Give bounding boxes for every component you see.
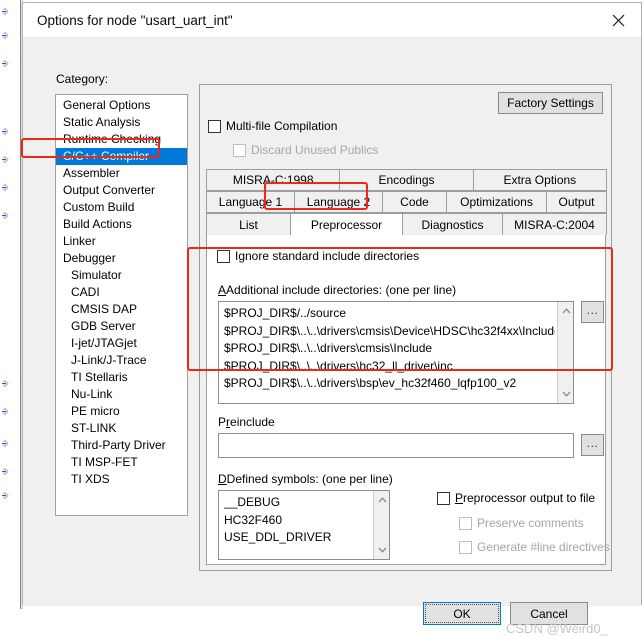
tab-strip: MISRA-C:1998 Encodings Extra Options Lan… xyxy=(206,169,607,235)
dialog-titlebar: Options for node "usart_uart_int" xyxy=(23,3,641,38)
tab-optimizations[interactable]: Optimizations xyxy=(446,191,547,213)
category-label: Category: xyxy=(56,72,109,86)
category-item-st-link[interactable]: ST-LINK xyxy=(56,420,187,437)
category-item-third-party-driver[interactable]: Third-Party Driver xyxy=(56,437,187,454)
ok-button[interactable]: OK xyxy=(423,602,501,625)
category-item-gdb-server[interactable]: GDB Server xyxy=(56,318,187,335)
tab-language-2[interactable]: Language 2 xyxy=(294,191,383,213)
include-dir-line: $PROJ_DIR$\..\..\drivers\cmsis\Include xyxy=(224,341,433,355)
defined-symbol-line: USE_DDL_DRIVER xyxy=(224,530,332,544)
tab-extra-options[interactable]: Extra Options xyxy=(472,169,607,191)
category-item-ti-stellaris[interactable]: TI Stellaris xyxy=(56,369,187,386)
background-window-strip: ⎆ ⎆ ⎆ ⎆ ⎆ ⎆ ⎆ ⎆ ⎆ ⎆ ⎆ ⎆ xyxy=(0,0,21,609)
watermark: CSDN @Weird0_ xyxy=(506,621,608,636)
tab-list[interactable]: List xyxy=(206,213,291,235)
chevron-up-icon[interactable] xyxy=(374,492,390,508)
additional-include-directories-label: AAdditional include directories: (one pe… xyxy=(218,283,457,297)
page-title: Options for node "usart_uart_int" xyxy=(37,12,233,28)
category-item-nu-link[interactable]: Nu-Link xyxy=(56,386,187,403)
generate-line-directives-label: Generate #line directives xyxy=(477,540,610,554)
preinclude-label: Preinclude xyxy=(218,415,275,429)
factory-settings-button[interactable]: Factory Settings xyxy=(498,92,603,114)
defined-symbol-line: HC32F460 xyxy=(224,512,283,527)
defined-symbols-input[interactable]: __DEBUG HC32F460 USE_DDL_DRIVER xyxy=(218,490,390,560)
include-dir-line: $PROJ_DIR$\..\..\drivers\cmsis\Device\HD… xyxy=(224,323,555,338)
tab-row-3: List Preprocessor Diagnostics MISRA-C:20… xyxy=(206,213,607,235)
category-item-ti-xds[interactable]: TI XDS xyxy=(56,471,187,488)
category-item-j-link-j-trace[interactable]: J-Link/J-Trace xyxy=(56,352,187,369)
defined-symbols-label: DDefined symbols: (one per line) xyxy=(218,472,393,486)
preserve-comments-label: Preserve comments xyxy=(477,516,584,530)
include-dir-line: $PROJ_DIR$\..\..\drivers\hc32_ll_driver\… xyxy=(224,358,453,373)
chevron-up-icon[interactable] xyxy=(558,303,574,319)
tab-language-1[interactable]: Language 1 xyxy=(206,191,295,213)
include-dirs-lines: $PROJ_DIR$/../source $PROJ_DIR$\..\..\dr… xyxy=(224,305,555,393)
tab-preprocessor[interactable]: Preprocessor xyxy=(290,213,403,235)
category-item-pe-micro[interactable]: PE micro xyxy=(56,403,187,420)
tab-misra-c-2004[interactable]: MISRA-C:2004 xyxy=(502,213,607,235)
preinclude-input[interactable] xyxy=(218,433,574,458)
category-item-runtime-checking[interactable]: Runtime Checking xyxy=(56,131,187,148)
defined-symbols-scrollbar[interactable] xyxy=(373,491,389,559)
ignore-standard-includes-row[interactable]: Ignore standard include directories xyxy=(217,249,419,263)
ignore-standard-includes-label: Ignore standard include directories xyxy=(235,249,420,263)
multi-file-compilation-checkbox[interactable] xyxy=(208,119,221,133)
multi-file-compilation-label: Multi-file Compilation xyxy=(226,119,338,133)
discard-unused-publics-checkbox xyxy=(233,143,246,157)
preprocessor-output-to-file-label: Preprocessor output to file xyxy=(455,491,596,505)
category-list[interactable]: General Options Static Analysis Runtime … xyxy=(55,94,188,516)
close-icon[interactable] xyxy=(595,3,641,37)
category-item-general-options[interactable]: General Options xyxy=(56,97,187,114)
tab-output[interactable]: Output xyxy=(546,191,607,213)
category-item-c-cpp-compiler[interactable]: C/C++ Compiler xyxy=(56,148,187,165)
category-item-custom-build[interactable]: Custom Build xyxy=(56,199,187,216)
discard-unused-publics-row: Discard Unused Publics xyxy=(233,143,378,157)
category-item-simulator[interactable]: Simulator xyxy=(56,267,187,284)
tab-encodings[interactable]: Encodings xyxy=(339,169,474,191)
generate-line-directives-row: Generate #line directives xyxy=(459,540,610,554)
multi-file-compilation-row[interactable]: Multi-file Compilation xyxy=(208,119,337,133)
include-dirs-scrollbar[interactable] xyxy=(557,302,573,403)
generate-line-directives-checkbox xyxy=(459,540,472,554)
tab-code[interactable]: Code xyxy=(382,191,447,213)
category-item-i-jet-jtagjet[interactable]: I-jet/JTAGjet xyxy=(56,335,187,352)
include-dir-line: $PROJ_DIR$/../source xyxy=(224,306,347,320)
tab-diagnostics[interactable]: Diagnostics xyxy=(402,213,503,235)
include-dir-line: $PROJ_DIR$\..\..\drivers\bsp\ev_hc32f460… xyxy=(224,376,517,390)
defined-symbol-line: __DEBUG xyxy=(224,495,281,509)
dialog-body: Category: General Options Static Analysi… xyxy=(23,38,641,636)
category-item-linker[interactable]: Linker xyxy=(56,233,187,250)
tab-row-2: Language 1 Language 2 Code Optimizations… xyxy=(206,191,607,213)
ignore-standard-includes-checkbox[interactable] xyxy=(217,249,230,263)
preprocessor-output-to-file-checkbox[interactable] xyxy=(437,491,450,505)
preserve-comments-checkbox xyxy=(459,516,472,530)
tab-misra-c-1998[interactable]: MISRA-C:1998 xyxy=(206,169,341,191)
category-item-assembler[interactable]: Assembler xyxy=(56,165,187,182)
category-item-cmsis-dap[interactable]: CMSIS DAP xyxy=(56,301,187,318)
additional-include-directories-input[interactable]: $PROJ_DIR$/../source $PROJ_DIR$\..\..\dr… xyxy=(218,301,574,404)
category-item-build-actions[interactable]: Build Actions xyxy=(56,216,187,233)
include-dirs-browse-button[interactable]: ... xyxy=(581,301,604,323)
options-dialog: Options for node "usart_uart_int" Catego… xyxy=(22,2,642,636)
preinclude-label-rest: einclude xyxy=(230,415,275,429)
category-item-debugger[interactable]: Debugger xyxy=(56,250,187,267)
category-item-static-analysis[interactable]: Static Analysis xyxy=(56,114,187,131)
compiler-options-panel: Factory Settings Multi-file Compilation … xyxy=(199,84,612,571)
category-item-ti-msp-fet[interactable]: TI MSP-FET xyxy=(56,454,187,471)
chevron-down-icon[interactable] xyxy=(558,386,574,402)
category-item-cadi[interactable]: CADI xyxy=(56,284,187,301)
discard-unused-publics-label: Discard Unused Publics xyxy=(251,143,379,157)
category-item-output-converter[interactable]: Output Converter xyxy=(56,182,187,199)
defined-symbols-lines: __DEBUG HC32F460 USE_DDL_DRIVER xyxy=(224,494,371,547)
preprocessor-output-to-file-row[interactable]: Preprocessor output to file xyxy=(437,491,595,505)
chevron-down-icon[interactable] xyxy=(374,542,390,558)
tab-row-1: MISRA-C:1998 Encodings Extra Options xyxy=(206,169,607,191)
preserve-comments-row: Preserve comments xyxy=(459,516,584,530)
preprocessor-tab-page: Ignore standard include directories AAdd… xyxy=(206,235,610,565)
preinclude-browse-button[interactable]: ... xyxy=(581,434,604,456)
